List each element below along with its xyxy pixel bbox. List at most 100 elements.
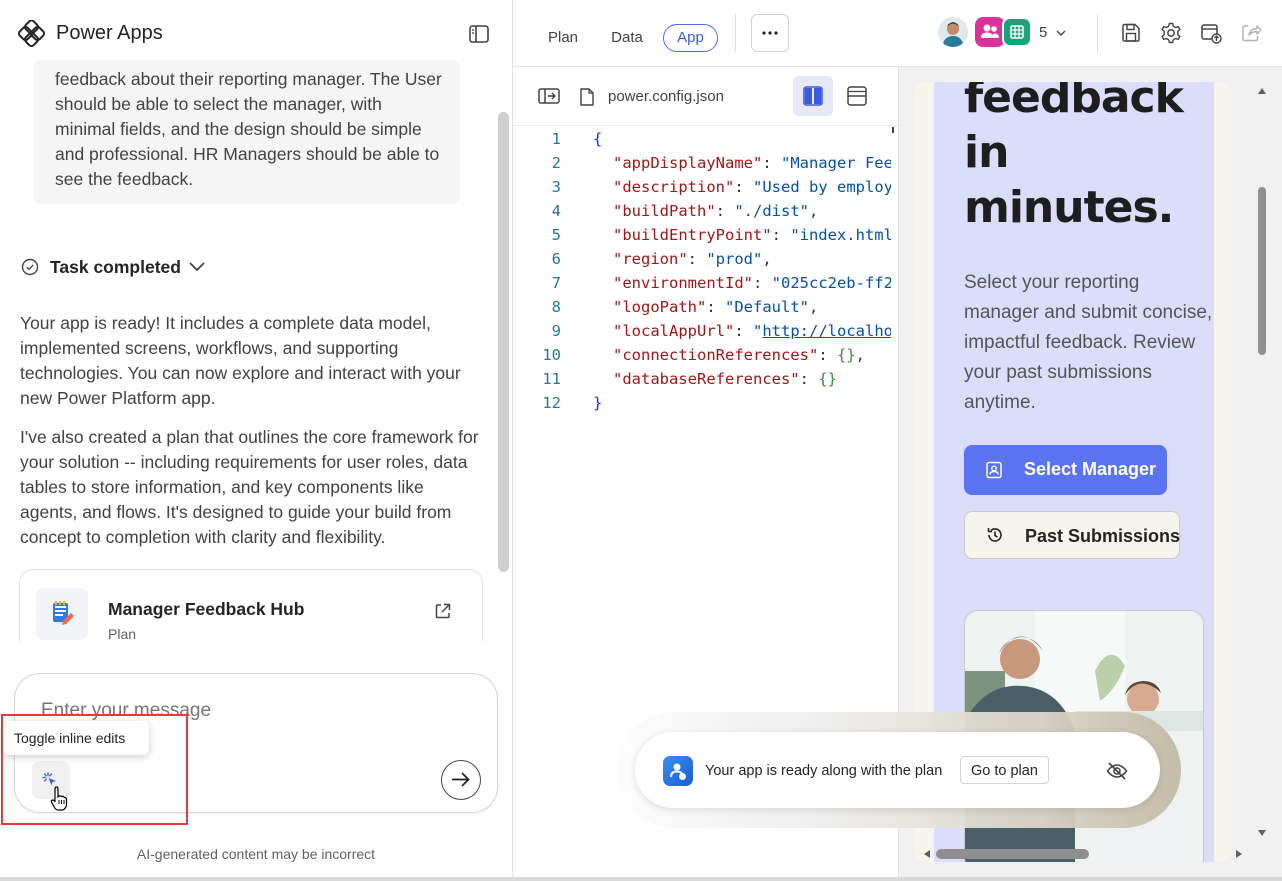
avatar[interactable] (938, 17, 968, 47)
code-token: : (752, 274, 772, 292)
code-line[interactable]: 4 "buildPath": "./dist", (513, 199, 891, 223)
code-token: : (734, 178, 753, 196)
code-token: "buildPath" (613, 202, 716, 220)
open-external-icon[interactable] (434, 602, 452, 620)
code-line[interactable]: 3 "description": "Used by employ (513, 175, 891, 199)
hero-line: minutes. (964, 182, 1174, 233)
code-token: {} (818, 370, 837, 388)
code-line[interactable]: 7 "environmentId": "025cc2eb-ff2 (513, 271, 891, 295)
code-text: "appDisplayName": "Manager Fee (613, 151, 891, 175)
code-token: : (687, 250, 707, 268)
response-paragraph-2: I've also created a plan that outlines t… (20, 427, 479, 547)
hero-heading: feedback in minutes. (964, 82, 1214, 235)
line-number: 5 (551, 226, 561, 244)
tab-app[interactable]: App (663, 24, 718, 52)
select-manager-label: Select Manager (1024, 459, 1157, 479)
code-token: : (771, 226, 791, 244)
code-line[interactable]: 8 "logoPath": "Default", (513, 295, 891, 319)
go-to-plan-button[interactable]: Go to plan (960, 756, 1049, 784)
table-grid-icon[interactable] (1002, 17, 1032, 47)
collaborators-count[interactable]: 5 (1039, 24, 1067, 41)
code-line[interactable]: 5 "buildEntryPoint": "index.html (513, 223, 891, 247)
hand-cursor-icon (49, 786, 69, 812)
code-line[interactable]: 6 "region": "prod", (513, 247, 891, 271)
code-token: : (818, 346, 837, 364)
code-token: "databaseReferences" (613, 370, 800, 388)
line-number: 12 (542, 394, 561, 412)
code-token: "Manager Fee (780, 154, 891, 172)
code-token: " (753, 322, 763, 340)
preview-scroll-thumb[interactable] (1258, 187, 1266, 355)
code-text: "localAppUrl": "http://localho (613, 319, 891, 343)
code-token: } (593, 394, 603, 412)
code-text: "databaseReferences": {} (613, 367, 837, 391)
code-token: "region" (613, 250, 688, 268)
code-line[interactable]: 11 "databaseReferences": {} (513, 367, 891, 391)
toggle-sidebar-icon[interactable] (537, 85, 561, 107)
code-text: "environmentId": "025cc2eb-ff2 (613, 271, 891, 295)
past-submissions-button[interactable]: Past Submissions (964, 511, 1180, 559)
more-options-icon[interactable] (751, 14, 789, 52)
publish-app-icon[interactable] (1198, 20, 1224, 46)
collapse-panel-icon[interactable] (466, 22, 492, 46)
people-group-icon[interactable] (975, 17, 1005, 47)
code-token: { (593, 130, 603, 148)
line-number: 6 (551, 250, 561, 268)
code-token: , (809, 298, 819, 316)
code-line[interactable]: 1{ (513, 127, 891, 151)
ai-disclaimer: AI-generated content may be incorrect (136, 846, 376, 862)
code-text: "connectionReferences": {}, (613, 343, 865, 367)
code-line[interactable]: 9 "localAppUrl": "http://localho (513, 319, 891, 343)
hero-subtitle: Select your reporting manager and submit… (964, 272, 1213, 413)
tab-data[interactable]: Data (604, 24, 650, 52)
select-manager-button[interactable]: Select Manager (964, 445, 1167, 495)
toolbar-divider (735, 14, 736, 52)
past-submissions-label: Past Submissions (1025, 526, 1181, 546)
plan-card-subtitle: Plan (108, 626, 137, 642)
save-icon[interactable] (1118, 20, 1144, 46)
share-icon[interactable] (1238, 20, 1264, 46)
code-token: "localAppUrl" (613, 322, 735, 340)
code-token: "environmentId" (613, 274, 753, 292)
user-prompt-text: feedback about their reporting manager. … (55, 69, 442, 189)
file-name: power.config.json (608, 88, 724, 105)
check-circle-icon (20, 257, 40, 277)
code-line[interactable]: 12} (513, 391, 891, 415)
gear-icon[interactable] (1158, 20, 1184, 46)
tab-plan[interactable]: Plan (540, 24, 586, 52)
code-token: http://localho (762, 322, 891, 340)
notification-toast: Your app is ready along with the plan Go… (635, 732, 1160, 808)
window-bottom-edge (0, 877, 1282, 881)
hero-line: feedback (964, 82, 1184, 123)
collaborators-count-value: 5 (1039, 24, 1048, 41)
plan-card-title: Manager Feedback Hub (108, 599, 305, 619)
line-number: 3 (551, 178, 561, 196)
preview-hscroll-thumb[interactable] (936, 849, 1089, 859)
line-number: 4 (551, 202, 561, 220)
code-text: "logoPath": "Default", (613, 295, 818, 319)
code-line[interactable]: 2 "appDisplayName": "Manager Fee (513, 151, 891, 175)
split-view-icon[interactable] (793, 76, 833, 116)
power-apps-logo-icon (18, 20, 46, 48)
hero-line: in (964, 127, 1009, 178)
code-token: "index.html (790, 226, 891, 244)
send-arrow-icon[interactable] (441, 760, 481, 800)
code-text: "description": "Used by employ (613, 175, 891, 199)
code-token: "prod" (706, 250, 763, 268)
line-number: 10 (542, 346, 561, 364)
annotation-highlight-box (1, 714, 188, 825)
stacked-view-icon[interactable] (839, 78, 875, 114)
line-number: 1 (551, 130, 561, 148)
code-line[interactable]: 10 "connectionReferences": {}, (513, 343, 891, 367)
chat-scrollbar[interactable] (498, 112, 509, 572)
chevron-down-icon[interactable] (188, 260, 206, 274)
code-token: : (799, 370, 819, 388)
copilot-app-icon (663, 756, 693, 786)
toast-message: Your app is ready along with the plan (705, 763, 943, 779)
eye-off-icon[interactable] (1105, 759, 1129, 783)
code-text: { (593, 127, 602, 151)
user-prompt-bubble: feedback about their reporting manager. … (34, 60, 460, 204)
code-editor-header: power.config.json (513, 67, 898, 126)
code-body[interactable]: 1{2 "appDisplayName": "Manager Fee 3 "descr… (513, 127, 891, 427)
plan-notepad-icon (36, 588, 88, 640)
